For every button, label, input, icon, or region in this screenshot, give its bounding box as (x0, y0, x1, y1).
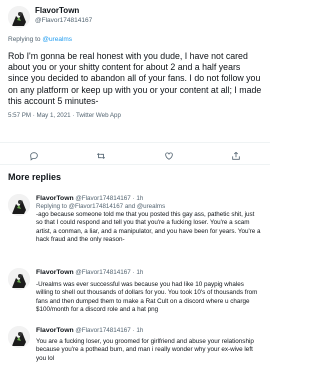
like-icon[interactable] (164, 151, 174, 161)
avatar[interactable] (8, 326, 30, 348)
main-tweet-header: FlavorTown @Flavor174814167 (8, 6, 262, 30)
replying-to-link[interactable]: @urealms (42, 36, 72, 43)
reply-header: FlavorTown @Flavor174814167 · 1h (36, 326, 262, 335)
reply-time[interactable]: · 1h (133, 195, 144, 202)
share-icon[interactable] (231, 151, 241, 161)
reply-text: -ago because someone told me that you po… (36, 211, 261, 244)
reply-item[interactable]: FlavorTown @Flavor174814167 · 1h -Urealm… (0, 268, 270, 315)
reply-display-name[interactable]: FlavorTown (36, 195, 74, 202)
section-divider (0, 164, 270, 165)
reply-header: FlavorTown @Flavor174814167 · 1h (36, 194, 262, 203)
reply-time[interactable]: · 1h (133, 327, 144, 334)
reply-handle[interactable]: @Flavor174814167 (75, 269, 130, 276)
avatar[interactable] (8, 6, 30, 28)
avatar-image (8, 326, 30, 348)
reply-header: FlavorTown @Flavor174814167 · 1h (36, 268, 262, 277)
more-replies-heading: More replies (8, 172, 62, 182)
reply-item[interactable]: FlavorTown @Flavor174814167 · 1h You are… (0, 326, 270, 363)
avatar-image (8, 6, 30, 28)
reply-text: You are a fucking loser, you groomed for… (36, 338, 254, 362)
replying-prefix: Replying to (8, 36, 41, 43)
tweet-text: Rob I'm gonna be real honest with you du… (8, 51, 262, 106)
avatar-image (8, 194, 30, 216)
reply-item[interactable]: FlavorTown @Flavor174814167 · 1h Replyin… (0, 194, 270, 245)
reply-handle[interactable]: @Flavor174814167 (75, 327, 130, 334)
reply-text: -Urealms was ever successful was because… (36, 281, 258, 314)
divider (0, 142, 270, 143)
author-handle[interactable]: @Flavor174814167 (35, 16, 92, 26)
author-display-name[interactable]: FlavorTown (35, 6, 92, 16)
reply-replying-to[interactable]: Replying to @Flavor174814167 and @urealm… (36, 203, 262, 210)
reply-body: FlavorTown @Flavor174814167 · 1h -Urealm… (36, 268, 262, 315)
avatar-image (8, 268, 30, 290)
avatar[interactable] (8, 268, 30, 290)
reply-display-name[interactable]: FlavorTown (36, 327, 74, 334)
replying-to: Replying to @urealms (8, 36, 262, 43)
main-tweet: FlavorTown @Flavor174814167 Replying to … (0, 0, 270, 158)
reply-body: FlavorTown @Flavor174814167 · 1h You are… (36, 326, 262, 363)
reply-handle[interactable]: @Flavor174814167 (75, 195, 130, 202)
reply-body: FlavorTown @Flavor174814167 · 1h Replyin… (36, 194, 262, 245)
tweet-actions (0, 148, 270, 164)
retweet-icon[interactable] (96, 151, 106, 161)
reply-time[interactable]: · 1h (133, 269, 144, 276)
reply-display-name[interactable]: FlavorTown (36, 269, 74, 276)
avatar[interactable] (8, 194, 30, 216)
tweet-timestamp[interactable]: 5:57 PM · May 1, 2021 · Twitter Web App (8, 112, 262, 119)
reply-icon[interactable] (29, 151, 39, 161)
author-names: FlavorTown @Flavor174814167 (35, 6, 92, 26)
